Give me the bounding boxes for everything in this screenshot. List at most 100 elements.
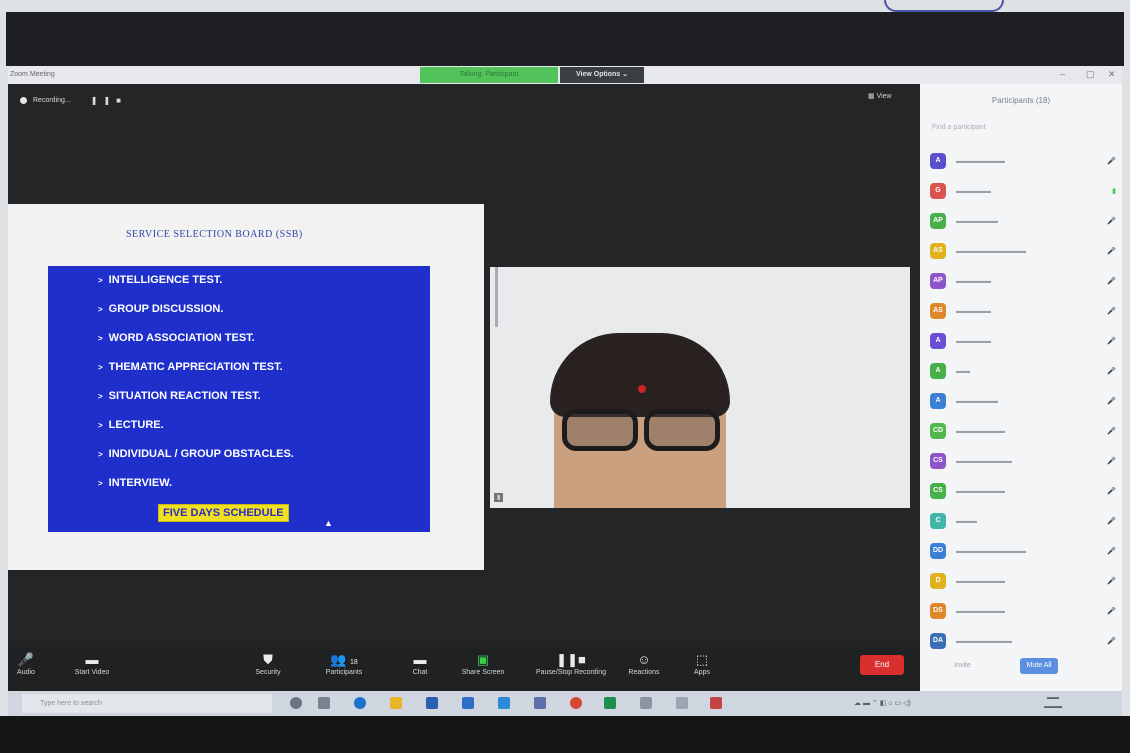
participant-row[interactable]: D ▬▬▬▬▬▬▬ 🎤 bbox=[930, 570, 1116, 592]
participant-row[interactable]: A ▬▬ 🎤 bbox=[930, 360, 1116, 382]
app-icon[interactable] bbox=[710, 697, 722, 709]
participant-row[interactable]: AS ▬▬▬▬▬▬▬▬▬▬ 🎤 bbox=[930, 240, 1116, 262]
mic-muted-icon[interactable]: 🎤 bbox=[1107, 607, 1116, 615]
reactions-button[interactable]: ☺ Reactions bbox=[612, 651, 676, 676]
participant-row[interactable]: AS ▬▬▬▬▬ 🎤 bbox=[930, 300, 1116, 322]
share-screen-button[interactable]: ▣ Share Screen bbox=[451, 651, 515, 676]
app-icon[interactable] bbox=[640, 697, 652, 709]
monitor-screen: Zoom Meeting Talking: Participant View O… bbox=[8, 66, 1122, 716]
zoom-icon[interactable] bbox=[498, 697, 510, 709]
mic-muted-icon[interactable]: 🎤 bbox=[1107, 427, 1116, 435]
mute-all-button[interactable]: Mute All bbox=[1020, 658, 1058, 674]
slide-bullet: > INTELLIGENCE TEST. bbox=[98, 274, 223, 286]
meeting-toolbar: 🎤 Audio ▬ Start Video ⛊ Security 👥 18 Partic… bbox=[8, 647, 920, 691]
screen-share-icon: ▮ bbox=[1112, 188, 1116, 195]
participant-search-input[interactable]: Find a participant bbox=[932, 124, 986, 131]
file-explorer-icon[interactable] bbox=[390, 697, 402, 709]
pause-stop-recording-button[interactable]: ❚❚■ Pause/Stop Recording bbox=[528, 651, 614, 676]
excel-icon[interactable] bbox=[604, 697, 616, 709]
mic-muted-icon[interactable]: 🎤 bbox=[1107, 337, 1116, 345]
clock[interactable]: ▬▬ ▬▬▬ bbox=[1044, 694, 1062, 712]
video-name-tag: ▮ bbox=[494, 493, 504, 502]
participant-video: ▮ bbox=[490, 267, 910, 508]
mic-muted-icon[interactable]: 🎤 bbox=[1107, 397, 1116, 405]
mail-icon[interactable] bbox=[462, 697, 474, 709]
apps-icon: ⬚ bbox=[695, 652, 709, 667]
minimize-icon[interactable]: – bbox=[1060, 69, 1065, 79]
windows-taskbar: Type here to search ☁ ▬ ⌃ ◧ ⌂ ▭ ◁) ▬▬ ▬▬▬ bbox=[8, 691, 1122, 716]
arrow-icon: > bbox=[98, 479, 103, 488]
taskbar-search-input[interactable]: Type here to search bbox=[22, 694, 272, 713]
mic-muted-icon[interactable]: 🎤 bbox=[1107, 517, 1116, 525]
participant-row[interactable]: G ▬▬▬▬▬ ▮ bbox=[930, 180, 1116, 202]
chrome-icon[interactable] bbox=[570, 697, 582, 709]
mic-muted-icon[interactable]: 🎤 bbox=[1107, 277, 1116, 285]
start-video-button[interactable]: ▬ Start Video bbox=[60, 651, 124, 676]
participant-name: ▬▬▬▬▬▬ bbox=[956, 217, 998, 225]
participant-row[interactable]: CS ▬▬▬▬▬▬▬ 🎤 bbox=[930, 480, 1116, 502]
cortana-icon[interactable] bbox=[290, 697, 302, 709]
task-view-icon[interactable] bbox=[318, 697, 330, 709]
participant-name: ▬▬▬▬▬▬▬ bbox=[956, 427, 1005, 435]
participant-row[interactable]: CS ▬▬▬▬▬▬▬▬ 🎤 bbox=[930, 450, 1116, 472]
mic-muted-icon[interactable]: 🎤 bbox=[1107, 367, 1116, 375]
slide-content-box: > INTELLIGENCE TEST. > GROUP DISCUSSION. >… bbox=[48, 266, 430, 532]
slide-title: SERVICE SELECTION BOARD (SSB) bbox=[126, 229, 303, 240]
share-screen-icon: ▣ bbox=[476, 652, 490, 667]
view-options-button[interactable]: View Options ⌄ bbox=[560, 67, 644, 83]
edge-icon[interactable] bbox=[354, 697, 366, 709]
monitor-bezel-top bbox=[6, 12, 1124, 66]
chat-button[interactable]: ▬ Chat bbox=[388, 651, 452, 676]
avatar: DS bbox=[930, 603, 946, 619]
mic-icon[interactable]: 🎤 bbox=[1107, 157, 1116, 165]
apps-button[interactable]: ⬚ Apps bbox=[670, 651, 734, 676]
monitor-icon[interactable] bbox=[534, 697, 546, 709]
system-tray[interactable]: ☁ ▬ ⌃ ◧ ⌂ ▭ ◁) bbox=[854, 699, 911, 707]
end-button[interactable]: End bbox=[860, 655, 904, 675]
mic-muted-icon[interactable]: 🎤 bbox=[1107, 307, 1116, 315]
app-icon[interactable] bbox=[676, 697, 688, 709]
slide-bullet: > THEMATIC APPRECIATION TEST. bbox=[98, 361, 283, 373]
participants-button[interactable]: 👥 18 Participants bbox=[312, 651, 376, 676]
participant-row[interactable]: DD ▬▬▬▬▬▬▬▬▬▬ 🎤 bbox=[930, 540, 1116, 562]
participant-name: ▬▬▬▬▬▬▬ bbox=[956, 487, 1005, 495]
participant-row[interactable]: A ▬▬▬▬▬▬ 🎤 bbox=[930, 390, 1116, 412]
pause-stop-recording-icon[interactable]: ❚❚■ bbox=[91, 96, 127, 105]
mic-muted-icon[interactable]: 🎤 bbox=[1107, 637, 1116, 645]
participant-row[interactable]: DA ▬▬▬▬▬▬▬▬ 🎤 bbox=[930, 630, 1116, 652]
participant-row[interactable]: A ▬▬▬▬▬ 🎤 bbox=[930, 330, 1116, 352]
participant-row[interactable]: CD ▬▬▬▬▬▬▬ 🎤 bbox=[930, 420, 1116, 442]
maximize-icon[interactable]: ▢ bbox=[1086, 69, 1095, 80]
participant-row[interactable]: C ▬▬▬ 🎤 bbox=[930, 510, 1116, 532]
word-icon[interactable] bbox=[426, 697, 438, 709]
recording-indicator: Recording... ❚❚■ bbox=[20, 92, 150, 108]
shield-icon: ⛊ bbox=[263, 652, 273, 667]
participant-name: ▬▬▬▬▬▬▬▬ bbox=[956, 637, 1012, 645]
participant-row[interactable]: A ▬▬▬▬▬▬▬ 🎤 bbox=[930, 150, 1116, 172]
glasses bbox=[562, 409, 722, 453]
participant-row[interactable]: AP ▬▬▬▬▬▬ 🎤 bbox=[930, 210, 1116, 232]
monitor-bezel-bottom bbox=[0, 716, 1130, 753]
security-button[interactable]: ⛊ Security bbox=[236, 651, 300, 676]
audio-button[interactable]: 🎤 Audio bbox=[0, 651, 58, 676]
participant-row[interactable]: AP ▬▬▬▬▬ 🎤 bbox=[930, 270, 1116, 292]
avatar: D bbox=[930, 573, 946, 589]
avatar: A bbox=[930, 363, 946, 379]
avatar: AS bbox=[930, 243, 946, 259]
mic-muted-icon[interactable]: 🎤 bbox=[1107, 217, 1116, 225]
mic-muted-icon[interactable]: 🎤 bbox=[1107, 547, 1116, 555]
video-off-icon: ▬ bbox=[85, 652, 99, 667]
mic-muted-icon[interactable]: 🎤 bbox=[1107, 577, 1116, 585]
mic-muted-icon[interactable]: 🎤 bbox=[1107, 487, 1116, 495]
participant-row[interactable]: DS ▬▬▬▬▬▬▬ 🎤 bbox=[930, 600, 1116, 622]
mic-muted-icon[interactable]: 🎤 bbox=[1107, 457, 1116, 465]
avatar: A bbox=[930, 333, 946, 349]
talking-indicator: Talking: Participant bbox=[420, 67, 558, 83]
invite-button[interactable]: Invite bbox=[954, 662, 971, 669]
close-icon[interactable]: ✕ bbox=[1108, 69, 1116, 80]
participant-name: ▬▬▬▬▬▬▬▬▬▬ bbox=[956, 547, 1026, 555]
mic-muted-icon[interactable]: 🎤 bbox=[1107, 247, 1116, 255]
view-button[interactable]: ▦ View bbox=[868, 92, 892, 100]
participants-panel-title: Participants (18) bbox=[991, 96, 1051, 105]
arrow-icon: > bbox=[98, 392, 103, 401]
